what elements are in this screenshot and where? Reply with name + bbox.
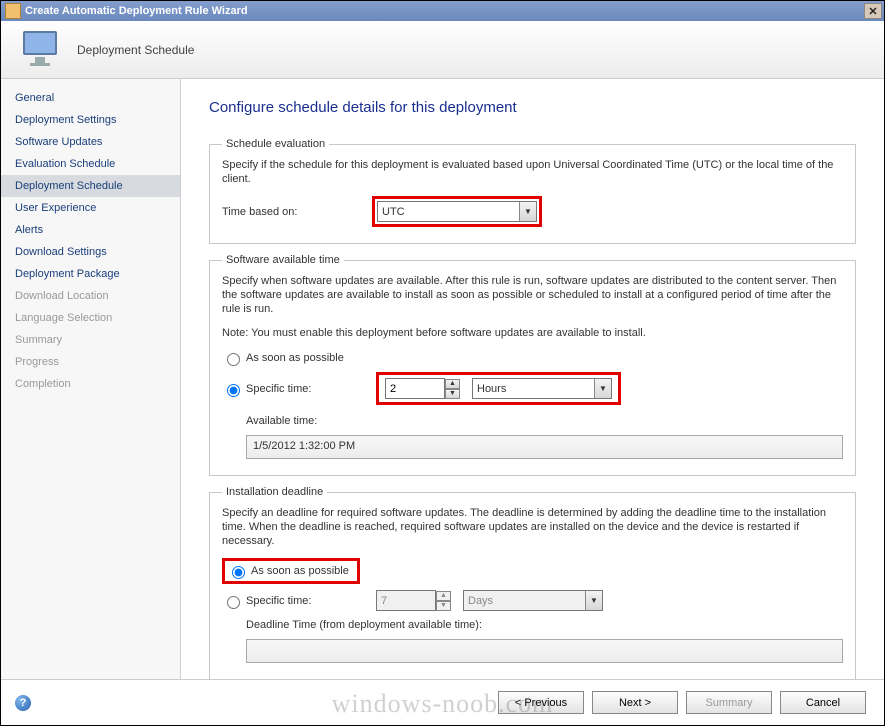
deadline-asap-radio[interactable]: [232, 566, 245, 579]
time-based-on-label: Time based on:: [222, 206, 372, 218]
chevron-down-icon: ▼: [585, 591, 602, 610]
previous-button[interactable]: < Previous: [498, 691, 584, 714]
next-button[interactable]: Next >: [592, 691, 678, 714]
schedule-evaluation-group: Schedule evaluation Specify if the sched…: [209, 138, 856, 244]
nav-alerts[interactable]: Alerts: [1, 219, 180, 241]
available-asap-label: As soon as possible: [246, 352, 344, 364]
spinner-up-icon: ▲: [436, 591, 451, 601]
chevron-down-icon[interactable]: ▼: [519, 202, 536, 221]
page-title: Configure schedule details for this depl…: [209, 99, 856, 116]
available-time-label: Available time:: [246, 415, 317, 427]
deadline-unit-dropdown: Days ▼: [463, 590, 603, 611]
nav-summary: Summary: [1, 329, 180, 351]
software-available-note: Note: You must enable this deployment be…: [222, 326, 843, 340]
nav-deployment-schedule[interactable]: Deployment Schedule: [1, 175, 180, 197]
app-icon: [5, 3, 21, 19]
computer-icon: [19, 31, 63, 69]
available-unit-dropdown[interactable]: Hours ▼: [472, 378, 612, 399]
deadline-time-display: [246, 639, 843, 663]
cancel-button[interactable]: Cancel: [780, 691, 866, 714]
spinner-up-icon[interactable]: ▲: [445, 379, 460, 389]
wizard-nav: General Deployment Settings Software Upd…: [1, 79, 181, 679]
nav-software-updates[interactable]: Software Updates: [1, 131, 180, 153]
help-icon[interactable]: ?: [15, 695, 31, 711]
software-available-desc: Specify when software updates are availa…: [222, 274, 843, 316]
installation-deadline-group: Installation deadline Specify an deadlin…: [209, 486, 856, 679]
nav-deployment-package[interactable]: Deployment Package: [1, 263, 180, 285]
chevron-down-icon[interactable]: ▼: [594, 379, 611, 398]
deadline-unit-value: Days: [464, 595, 585, 607]
schedule-evaluation-desc: Specify if the schedule for this deploym…: [222, 158, 843, 186]
deadline-value-spinner: ▲ ▼: [376, 590, 451, 611]
time-based-on-highlight: UTC ▼: [372, 196, 542, 227]
wizard-header: Deployment Schedule: [1, 21, 884, 79]
nav-evaluation-schedule[interactable]: Evaluation Schedule: [1, 153, 180, 175]
nav-download-settings[interactable]: Download Settings: [1, 241, 180, 263]
available-value-input[interactable]: [385, 378, 445, 399]
nav-progress: Progress: [1, 351, 180, 373]
nav-download-location: Download Location: [1, 285, 180, 307]
available-specific-label: Specific time:: [246, 383, 376, 395]
deadline-time-label: Deadline Time (from deployment available…: [246, 619, 482, 631]
content-pane: Configure schedule details for this depl…: [181, 79, 884, 679]
deadline-asap-label: As soon as possible: [251, 565, 349, 577]
time-based-on-dropdown[interactable]: UTC ▼: [377, 201, 537, 222]
deadline-asap-highlight: As soon as possible: [222, 558, 360, 584]
available-specific-highlight: ▲ ▼ Hours ▼: [376, 372, 621, 405]
nav-completion: Completion: [1, 373, 180, 395]
nav-deployment-settings[interactable]: Deployment Settings: [1, 109, 180, 131]
nav-user-experience[interactable]: User Experience: [1, 197, 180, 219]
header-caption: Deployment Schedule: [77, 43, 194, 57]
summary-button: Summary: [686, 691, 772, 714]
available-value-spinner[interactable]: ▲ ▼: [385, 378, 460, 399]
software-available-legend: Software available time: [222, 254, 344, 266]
window-title: Create Automatic Deployment Rule Wizard: [25, 5, 864, 17]
nav-general[interactable]: General: [1, 87, 180, 109]
deadline-specific-label: Specific time:: [246, 595, 376, 607]
deadline-specific-radio[interactable]: [227, 596, 240, 609]
installation-deadline-desc: Specify an deadline for required softwar…: [222, 506, 843, 548]
close-button[interactable]: ✕: [864, 3, 882, 19]
spinner-down-icon[interactable]: ▼: [445, 389, 460, 399]
software-available-group: Software available time Specify when sof…: [209, 254, 856, 476]
available-time-display: 1/5/2012 1:32:00 PM: [246, 435, 843, 459]
spinner-down-icon: ▼: [436, 601, 451, 611]
available-asap-radio[interactable]: [227, 353, 240, 366]
time-based-on-value: UTC: [378, 206, 519, 218]
available-unit-value: Hours: [473, 383, 594, 395]
title-bar: Create Automatic Deployment Rule Wizard …: [1, 1, 884, 21]
schedule-evaluation-legend: Schedule evaluation: [222, 138, 329, 150]
wizard-footer: ? < Previous Next > Summary Cancel: [1, 679, 884, 725]
available-specific-radio[interactable]: [227, 384, 240, 397]
nav-language-selection: Language Selection: [1, 307, 180, 329]
deadline-value-input: [376, 590, 436, 611]
installation-deadline-legend: Installation deadline: [222, 486, 327, 498]
